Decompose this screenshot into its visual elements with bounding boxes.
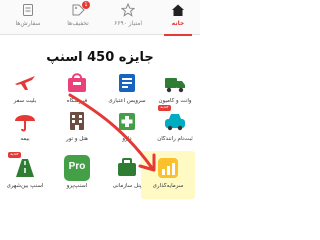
annotation-arrow <box>68 93 156 172</box>
